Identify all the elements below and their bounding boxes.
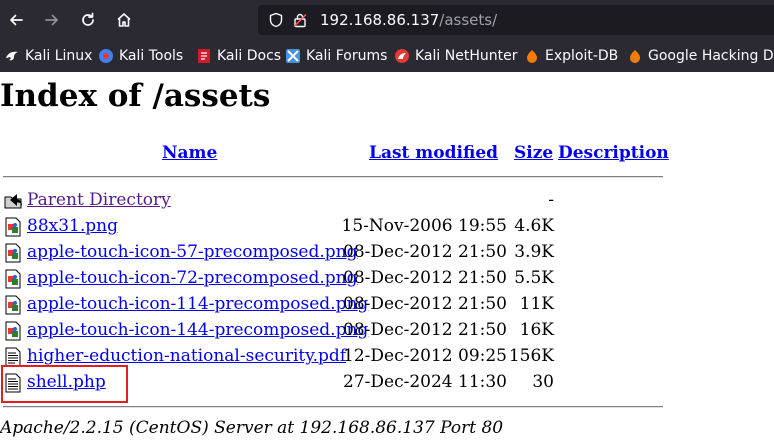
- bookmark-kali-docs[interactable]: Kali Docs: [196, 46, 281, 66]
- header-divider: [3, 176, 663, 178]
- bookmark-kali-nethunter[interactable]: Kali NetHunter: [394, 46, 517, 66]
- page-title: Index of /assets: [0, 78, 271, 114]
- kali-tools-icon: [98, 48, 114, 64]
- nethunter-icon: [394, 48, 410, 64]
- file-link[interactable]: apple-touch-icon-72-precomposed.png: [27, 268, 357, 288]
- ghdb-icon: [627, 48, 643, 64]
- last-modified: 27-Dec-2024 11:30: [343, 372, 507, 392]
- bookmark-kali-tools[interactable]: Kali Tools: [98, 46, 183, 66]
- bookmark-label: Kali Linux: [25, 48, 93, 64]
- file-link[interactable]: apple-touch-icon-114-precomposed.png: [27, 294, 368, 314]
- file-size: -: [548, 190, 554, 210]
- file-link[interactable]: 88x31.png: [27, 216, 118, 236]
- insecure-lock-icon[interactable]: [292, 12, 308, 28]
- navigation-toolbar: 192.168.86.137/assets/: [0, 0, 774, 40]
- file-size: 156K: [508, 346, 554, 366]
- sort-by-size-link[interactable]: Size: [514, 143, 553, 163]
- image-file-icon: [5, 243, 21, 263]
- back-button[interactable]: [2, 6, 30, 34]
- list-item: apple-touch-icon-114-precomposed.png 08-…: [0, 292, 700, 318]
- last-modified: 08-Dec-2012 21:50: [343, 242, 507, 262]
- list-item: apple-touch-icon-144-precomposed.png 08-…: [0, 318, 700, 344]
- bookmark-label: Kali Tools: [119, 48, 184, 64]
- bookmark-label: Kali Forums: [306, 48, 388, 64]
- image-file-icon: [5, 217, 21, 237]
- file-size: 16K: [519, 320, 554, 340]
- bookmark-google-hacking-db[interactable]: Google Hacking DB: [627, 46, 774, 66]
- bookmark-label: Kali NetHunter: [415, 48, 518, 64]
- home-button[interactable]: [110, 6, 138, 34]
- file-link[interactable]: higher-eduction-national-security.pdf: [27, 346, 346, 366]
- bookmark-label: Kali Docs: [217, 48, 282, 64]
- last-modified: 08-Dec-2012 21:50: [343, 268, 507, 288]
- server-signature: Apache/2.2.15 (CentOS) Server at 192.168…: [0, 418, 504, 438]
- reload-button[interactable]: [74, 6, 102, 34]
- list-item: higher-eduction-national-security.pdf 12…: [0, 344, 700, 370]
- bookmarks-toolbar: Kali Linux Kali Tools Kali Docs Kali For…: [0, 40, 774, 72]
- file-size: 5.5K: [514, 268, 554, 288]
- footer-divider: [3, 406, 663, 408]
- forward-button[interactable]: [38, 6, 66, 34]
- document-file-icon: [5, 347, 21, 367]
- list-item: apple-touch-icon-72-precomposed.png 08-D…: [0, 266, 700, 292]
- image-file-icon: [5, 295, 21, 315]
- kali-docs-icon: [196, 48, 212, 64]
- image-file-icon: [5, 321, 21, 341]
- list-item: shell.php 27-Dec-2024 11:30 30: [0, 370, 700, 396]
- column-header-description[interactable]: Description: [558, 143, 669, 163]
- url-host: 192.168.86.137: [320, 11, 440, 29]
- home-icon: [117, 13, 131, 27]
- parent-directory-link[interactable]: Parent Directory: [27, 190, 171, 210]
- file-size: 11K: [519, 294, 554, 314]
- image-file-icon: [5, 269, 21, 289]
- arrow-left-icon: [10, 14, 23, 26]
- sort-by-description-link[interactable]: Description: [558, 143, 669, 163]
- text-file-icon: [5, 373, 21, 393]
- bookmark-label: Google Hacking DB: [648, 48, 774, 64]
- file-size: 30: [532, 372, 554, 392]
- sort-by-modified-link[interactable]: Last modified: [369, 143, 498, 163]
- bookmark-kali-linux[interactable]: Kali Linux: [4, 46, 92, 66]
- column-header-last-modified[interactable]: Last modified: [369, 143, 498, 163]
- bookmark-exploit-db[interactable]: Exploit-DB: [524, 46, 618, 66]
- list-item: apple-touch-icon-57-precomposed.png 08-D…: [0, 240, 700, 266]
- reload-icon: [82, 12, 94, 26]
- file-link[interactable]: apple-touch-icon-144-precomposed.png: [27, 320, 368, 340]
- last-modified: 12-Dec-2012 09:25: [343, 346, 507, 366]
- kali-forums-icon: [285, 48, 301, 64]
- column-header-name[interactable]: Name: [162, 143, 217, 163]
- last-modified: 08-Dec-2012 21:50: [343, 294, 507, 314]
- last-modified: 15-Nov-2006 19:55: [341, 216, 508, 236]
- bookmark-kali-forums[interactable]: Kali Forums: [285, 46, 387, 66]
- last-modified: 08-Dec-2012 21:50: [343, 320, 507, 340]
- browser-chrome: 192.168.86.137/assets/ Kali Linux Kali T…: [0, 0, 774, 72]
- address-bar[interactable]: 192.168.86.137/assets/: [258, 5, 774, 35]
- file-size: 3.9K: [514, 242, 554, 262]
- arrow-right-icon: [45, 14, 58, 26]
- kali-dragon-icon: [4, 48, 20, 64]
- column-header-size[interactable]: Size: [514, 143, 553, 163]
- url-text[interactable]: 192.168.86.137/assets/: [320, 11, 497, 29]
- shield-icon[interactable]: [268, 12, 284, 28]
- bookmark-label: Exploit-DB: [545, 48, 619, 64]
- file-link[interactable]: apple-touch-icon-57-precomposed.png: [27, 242, 357, 262]
- back-folder-icon: [4, 194, 22, 209]
- shell-php-link[interactable]: shell.php: [27, 372, 106, 392]
- sort-by-name-link[interactable]: Name: [162, 143, 217, 163]
- list-item: 88x31.png 15-Nov-2006 19:55 4.6K: [0, 214, 700, 240]
- list-item: Parent Directory -: [0, 188, 700, 214]
- file-size: 4.6K: [514, 216, 554, 236]
- url-path: /assets/: [439, 11, 498, 29]
- exploit-db-icon: [524, 48, 540, 64]
